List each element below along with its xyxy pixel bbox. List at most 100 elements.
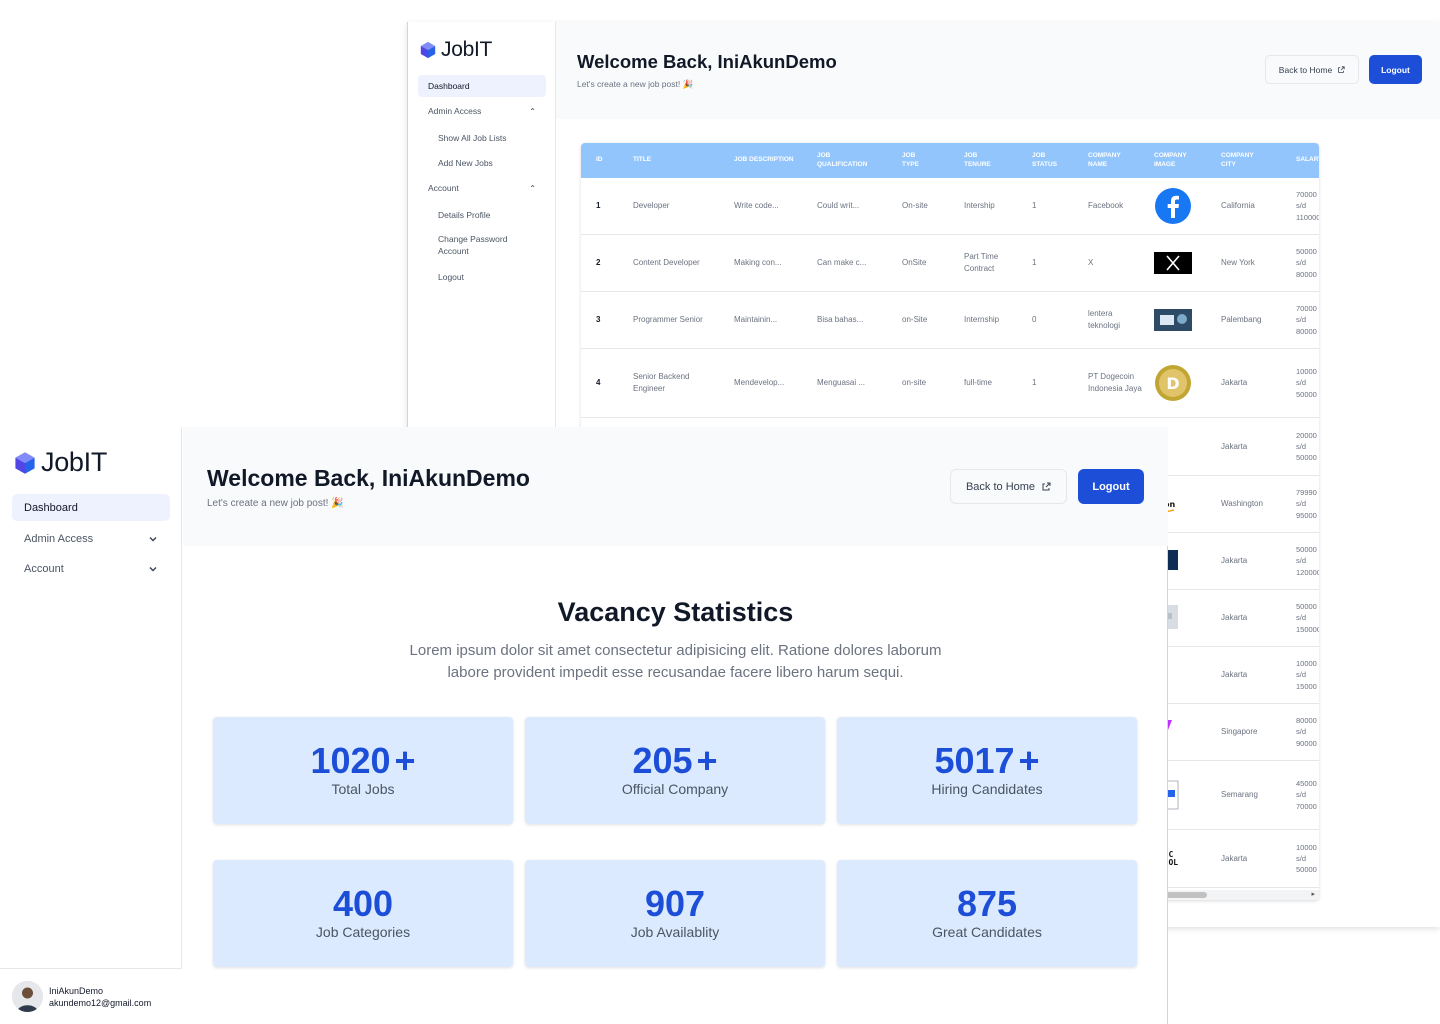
facebook-logo-icon <box>1154 187 1192 225</box>
back-nav-details-profile[interactable]: Details Profile <box>418 204 546 226</box>
th-job-description: JOB DESCRIPTION <box>734 156 794 164</box>
cell-salary: 10000 s/d 50000 <box>1296 842 1317 875</box>
cell-description: Mendevelop... <box>734 378 785 387</box>
cell-salary: 50000 s/d 80000 <box>1296 247 1317 279</box>
cell-title: Programmer Senior <box>633 315 703 324</box>
stat-number: 205 <box>632 740 693 781</box>
cell-company-name: PT Dogecoin Indonesia Jaya <box>1088 372 1142 393</box>
stat-value: 1020 + <box>213 741 513 781</box>
back-header: Welcome Back, IniAkunDemo Let's create a… <box>556 22 1440 119</box>
logout-button[interactable]: Logout <box>1369 55 1422 84</box>
cell-type: on-site <box>902 378 927 387</box>
x-logo-icon <box>1154 244 1192 282</box>
table-row[interactable]: 4 Senior Backend Engineer Mendevelop... Men… <box>581 349 1319 418</box>
cell-company-image <box>1154 292 1199 348</box>
avatar <box>12 981 43 1012</box>
table-header: ID TITLE JOB DESCRIPTION JOB QUALIFICATI… <box>581 143 1319 178</box>
cell-city: Jakarta <box>1221 613 1248 622</box>
back-nav-logout[interactable]: Logout <box>418 266 546 288</box>
front-nav-admin-access[interactable]: Admin Access <box>12 525 170 552</box>
lentera-logo-icon <box>1154 301 1192 339</box>
back-to-home-button[interactable]: Back to Home <box>950 469 1067 504</box>
stats-title: Vacancy Statistics <box>557 597 794 627</box>
cell-salary: 79990 s/d 95000 <box>1296 488 1317 520</box>
page-subtitle: Let's create a new job post! 🎉 <box>577 79 694 89</box>
cell-qualification: Menguasai ... <box>817 378 866 387</box>
front-nav-dashboard[interactable]: Dashboard <box>12 494 170 521</box>
front-header: Welcome Back, IniAkunDemo Let's create a… <box>183 427 1168 546</box>
cell-title: Content Developer <box>633 258 700 267</box>
chevron-up-icon: ⌃ <box>529 183 536 193</box>
nav-label: Logout <box>438 272 464 282</box>
cell-salary: 70000 s/d 80000 <box>1296 304 1317 336</box>
th-company-image: COMPANY IMAGE <box>1154 151 1187 168</box>
stat-label: Official Company <box>621 781 729 797</box>
stat-label: Great Candidates <box>932 924 1042 940</box>
front-sidebar: JobIT Dashboard Admin Access Account Ini… <box>0 427 182 1024</box>
external-link-icon <box>1338 65 1345 73</box>
cell-salary: 10000 s/d 50000 <box>1296 367 1317 399</box>
cell-status: 1 <box>1032 258 1037 267</box>
front-logo[interactable]: JobIT <box>13 447 107 478</box>
th-salary: SALARY <box>1296 156 1319 164</box>
cell-city: Jakarta <box>1221 556 1248 565</box>
cell-company-name: Facebook <box>1088 201 1124 210</box>
cell-qualification: Can make c... <box>817 258 867 267</box>
back-nav-admin-access[interactable]: Admin Access ⌃ <box>418 100 546 122</box>
th-company-name: COMPANY NAME <box>1088 151 1121 168</box>
cell-salary: 80000 s/d 90000 <box>1296 716 1317 748</box>
stat-label: Hiring Candidates <box>931 781 1043 797</box>
front-nav-account[interactable]: Account <box>12 555 170 582</box>
back-nav-add-new-jobs[interactable]: Add New Jobs <box>418 152 546 174</box>
cell-description: Maintainin... <box>734 315 778 324</box>
cell-city: Jakarta <box>1221 853 1248 863</box>
cell-city: New York <box>1221 258 1255 267</box>
svg-text:D: D <box>1166 374 1179 393</box>
cell-salary: 45000 s/d 70000 <box>1296 779 1317 811</box>
stat-card-official-company: 205 + Official Company <box>525 717 825 824</box>
nav-label: Change Password Account <box>438 234 508 256</box>
cell-salary: 50000 s/d 150000 <box>1296 602 1319 634</box>
cell-city: Palembang <box>1221 315 1262 324</box>
nav-label: Admin Access <box>428 106 482 116</box>
cell-title: Developer <box>633 201 670 210</box>
stat-card-great-candidates: 875 Great Candidates <box>837 860 1137 967</box>
stat-number: 400 <box>332 883 394 924</box>
scroll-right-arrow-icon[interactable]: ▸ <box>1311 890 1315 898</box>
back-nav-show-all-jobs[interactable]: Show All Job Lists <box>418 127 546 149</box>
stat-value: 400 <box>213 884 513 924</box>
table-row[interactable]: 2 Content Developer Making con... Can make … <box>581 235 1319 292</box>
cell-id: 1 <box>596 201 601 210</box>
cell-title: Senior Backend Engineer <box>633 372 690 393</box>
chevron-down-icon <box>149 536 157 541</box>
stat-value: 875 <box>837 884 1137 924</box>
stats-description: Lorem ipsum dolor sit amet consectetur a… <box>409 642 942 681</box>
table-row[interactable]: 1 Developer Write code... Could writ... On-s… <box>581 178 1319 235</box>
back-to-home-button[interactable]: Back to Home <box>1265 55 1359 84</box>
back-nav-change-password[interactable]: Change Password Account <box>418 232 528 258</box>
th-company-city: COMPANY CITY <box>1221 151 1254 168</box>
stat-card-total-jobs: 1020 + Total Jobs <box>213 717 513 824</box>
cell-salary: 20000 s/d 50000 <box>1296 430 1317 463</box>
cell-description: Write code... <box>734 201 779 210</box>
stat-number: 875 <box>956 883 1018 924</box>
back-nav-account[interactable]: Account ⌃ <box>418 177 546 199</box>
back-logo[interactable]: JobIT <box>419 38 492 62</box>
logout-button[interactable]: Logout <box>1078 469 1144 504</box>
cell-qualification: Could writ... <box>817 201 860 210</box>
th-title: TITLE <box>633 156 652 164</box>
cell-description: Making con... <box>734 258 782 267</box>
nav-label: Account <box>24 562 64 575</box>
th-job-status: JOB STATUS <box>1032 151 1058 168</box>
cell-status: 1 <box>1032 201 1037 210</box>
cube-logo-icon <box>420 41 436 59</box>
cell-company-name: lentera teknologi <box>1088 309 1121 330</box>
cell-company-image: D <box>1154 349 1199 417</box>
back-nav-dashboard[interactable]: Dashboard <box>418 75 546 97</box>
stat-card-job-availability: 907 Job Availablity <box>525 860 825 967</box>
logout-label: Logout <box>1092 480 1130 493</box>
table-row[interactable]: 3 Programmer Senior Maintainin... Bisa baha… <box>581 292 1319 349</box>
cell-id: 2 <box>596 258 601 267</box>
user-profile[interactable]: IniAkunDemo akundemo12@gmail.com <box>0 968 182 1024</box>
stat-label: Job Categories <box>315 924 411 940</box>
